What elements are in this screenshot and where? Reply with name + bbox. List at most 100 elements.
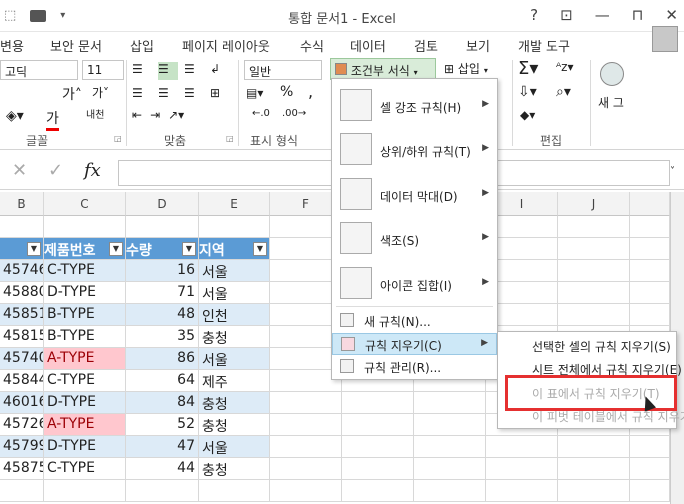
table-cell[interactable]: 84 — [126, 392, 199, 414]
cell[interactable] — [486, 436, 558, 458]
align-middle-icon[interactable]: ☰ — [158, 62, 178, 80]
currency-icon[interactable]: ▤▾ — [246, 86, 263, 100]
cancel-icon[interactable]: ✕ — [12, 160, 27, 181]
cell[interactable] — [558, 282, 630, 304]
cell[interactable] — [270, 414, 342, 436]
table-cell[interactable]: 45746 — [0, 260, 44, 282]
cell[interactable] — [414, 392, 486, 414]
insert-cells-button[interactable]: ⊞ 삽입 ▾ — [444, 60, 488, 77]
close-button[interactable]: ✕ — [665, 6, 678, 24]
table-cell[interactable]: A-TYPE — [44, 348, 126, 370]
column-header[interactable] — [630, 192, 670, 216]
tab-view[interactable]: 보기 — [466, 36, 490, 55]
align-left-icon[interactable]: ☰ — [132, 86, 152, 100]
comma-button[interactable]: , — [308, 82, 313, 101]
cell[interactable] — [342, 414, 414, 436]
cell[interactable] — [0, 216, 44, 238]
clear-selected-cells-item[interactable]: 선택한 셀의 규칙 지우기(S) — [532, 338, 671, 355]
tab-data[interactable]: 데이터 — [350, 36, 386, 55]
table-cell[interactable]: 45875 — [0, 458, 44, 480]
decrease-decimal-icon[interactable]: .00→ — [282, 108, 306, 119]
cell[interactable] — [414, 414, 486, 436]
tab-formulas[interactable]: 수식 — [300, 36, 324, 55]
cell[interactable] — [0, 480, 44, 502]
cell[interactable] — [630, 216, 670, 238]
table-cell[interactable]: C-TYPE — [44, 458, 126, 480]
menu-item-new-rule[interactable]: 새 규칙(N)... — [332, 311, 497, 331]
table-cell[interactable]: 35 — [126, 326, 199, 348]
table-cell[interactable]: D-TYPE — [44, 436, 126, 458]
cell[interactable] — [558, 480, 630, 502]
maximize-button[interactable]: ⊓ — [632, 6, 644, 24]
table-cell[interactable]: 86 — [126, 348, 199, 370]
filter-dropdown-icon[interactable]: ▼ — [109, 242, 123, 256]
column-header[interactable]: E — [199, 192, 270, 216]
table-cell[interactable]: 52 — [126, 414, 199, 436]
table-cell[interactable]: C-TYPE — [44, 260, 126, 282]
menu-item-top-bottom-rules[interactable]: 상위/하위 규칙(T) ▶ — [332, 129, 497, 169]
merge-center-icon[interactable]: ⊞ — [210, 86, 230, 100]
tab-review[interactable]: 검토 — [414, 36, 438, 55]
cell[interactable] — [630, 458, 670, 480]
cell[interactable] — [558, 304, 630, 326]
align-right-icon[interactable]: ☰ — [184, 86, 204, 100]
cell[interactable] — [414, 480, 486, 502]
table-cell[interactable]: 서울 — [199, 436, 270, 458]
table-cell[interactable]: 제주 — [199, 370, 270, 392]
cell[interactable] — [126, 480, 199, 502]
autosum-icon[interactable]: Σ▾ — [518, 58, 538, 79]
increase-indent-icon[interactable]: ⇥ — [150, 108, 160, 122]
decrease-font-icon[interactable]: 가˅ — [92, 84, 109, 101]
decrease-indent-icon[interactable]: ⇤ — [132, 108, 142, 122]
cell[interactable] — [486, 458, 558, 480]
table-cell[interactable]: 45815 — [0, 326, 44, 348]
align-dialog-launcher-icon[interactable]: ◲ — [226, 134, 234, 143]
cell[interactable] — [342, 436, 414, 458]
menu-item-color-scales[interactable]: 색조(S) ▶ — [332, 218, 497, 258]
cell[interactable] — [630, 282, 670, 304]
table-cell[interactable]: 16 — [126, 260, 199, 282]
increase-decimal-icon[interactable]: ←.0 — [252, 108, 270, 119]
increase-font-icon[interactable]: 가˄ — [62, 84, 82, 104]
cell[interactable] — [558, 436, 630, 458]
table-cell[interactable]: 45880 — [0, 282, 44, 304]
menu-item-icon-sets[interactable]: 아이콘 집합(I) ▶ — [332, 263, 497, 303]
tab-developer[interactable]: 개발 도구 — [518, 36, 570, 55]
fill-color-icon[interactable]: ◈▾ — [6, 108, 24, 124]
cell[interactable] — [270, 480, 342, 502]
table-cell[interactable]: A-TYPE — [44, 414, 126, 436]
table-cell[interactable]: 45740 — [0, 348, 44, 370]
table-cell[interactable]: 45799 — [0, 436, 44, 458]
table-cell[interactable]: 71 — [126, 282, 199, 304]
table-cell[interactable]: 인천 — [199, 304, 270, 326]
cell[interactable] — [342, 392, 414, 414]
percent-button[interactable]: % — [280, 84, 293, 100]
new-group-icon[interactable] — [600, 62, 624, 86]
cell[interactable] — [270, 436, 342, 458]
find-select-icon[interactable]: ⌕▾ — [556, 84, 571, 100]
table-cell[interactable]: B-TYPE — [44, 326, 126, 348]
orientation-icon[interactable]: ↗▾ — [168, 108, 184, 122]
user-avatar[interactable] — [652, 26, 678, 52]
cell[interactable] — [414, 458, 486, 480]
column-header[interactable]: J — [558, 192, 630, 216]
cell[interactable] — [199, 480, 270, 502]
minimize-button[interactable]: — — [595, 6, 610, 24]
column-header[interactable]: B — [0, 192, 44, 216]
wrap-text-icon[interactable]: ↲ — [210, 62, 230, 80]
new-group-label[interactable]: 새 그 — [598, 94, 624, 111]
table-cell[interactable]: 46016 — [0, 392, 44, 414]
table-cell[interactable]: 48 — [126, 304, 199, 326]
table-cell[interactable]: 64 — [126, 370, 199, 392]
table-cell[interactable]: 충청 — [199, 326, 270, 348]
table-cell[interactable]: B-TYPE — [44, 304, 126, 326]
filter-dropdown-icon[interactable]: ▼ — [253, 242, 267, 256]
column-header[interactable]: D — [126, 192, 199, 216]
cell[interactable] — [44, 216, 126, 238]
font-name-combo[interactable]: 고딕 — [0, 60, 78, 80]
font-size-combo[interactable]: 11 — [82, 60, 124, 80]
cell[interactable] — [44, 480, 126, 502]
font-dialog-launcher-icon[interactable]: ◲ — [114, 134, 122, 143]
table-cell[interactable]: D-TYPE — [44, 282, 126, 304]
table-cell[interactable]: 서울 — [199, 282, 270, 304]
